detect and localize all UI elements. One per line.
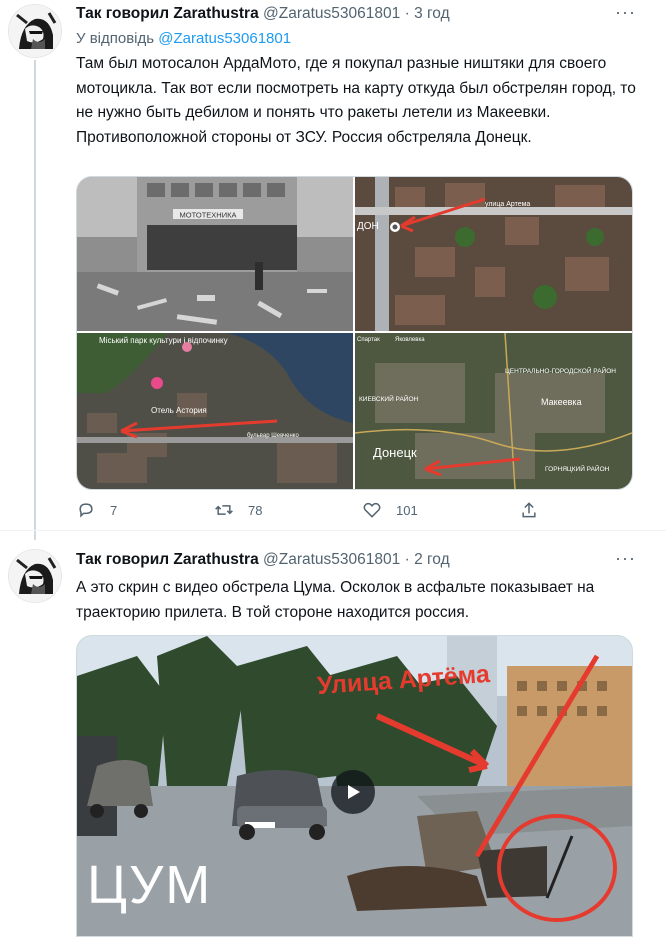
tweet-text: Там был мотосалон АрдаМото, где я покупа…	[76, 55, 636, 146]
storefront-sign: МОТОТЕХНИКА	[180, 211, 237, 220]
map-street-label: улица Артема	[485, 201, 530, 208]
map-district-label-3: ГОРНЯЦКИЙ РАЙОН	[545, 464, 610, 473]
play-button[interactable]	[331, 770, 375, 814]
like-button[interactable]: 101	[362, 500, 418, 520]
map-boulevard-label: бульвар Шевченко	[247, 433, 299, 439]
author-name[interactable]: Так говорил Zarathustra	[76, 5, 259, 22]
retweet-button[interactable]: 78	[214, 500, 262, 520]
tweet-header: Так говорил Zarathustra @Zaratus53061801…	[76, 5, 450, 23]
share-icon	[522, 502, 536, 518]
reply-button[interactable]: 7	[76, 500, 117, 520]
map-district-label-2: КИЕВСКИЙ РАЙОН	[359, 394, 419, 403]
author-handle[interactable]: @Zaratus53061801	[263, 551, 400, 568]
author-handle[interactable]: @Zaratus53061801	[263, 5, 400, 22]
reply-count: 7	[110, 502, 118, 518]
tweet[interactable]: Так говорил Zarathustra @Zaratus53061801…	[0, 535, 666, 937]
timestamp[interactable]: 2 год	[414, 551, 450, 568]
map-city-makeevka: Макеевка	[541, 397, 582, 407]
map-city-label: ДОН	[357, 221, 379, 232]
reply-mention-link[interactable]: @Zaratus53061801	[158, 30, 291, 47]
map-hotel-label: Отель Астория	[151, 406, 207, 415]
video-overlay-label: ЦУМ	[87, 855, 213, 915]
map-area-label-2: Яковлевка	[395, 337, 425, 343]
share-button[interactable]	[519, 500, 539, 520]
map-park-label: Міський парк культури і відпочинку	[99, 336, 228, 345]
tweet[interactable]: Так говорил Zarathustra @Zaratus53061801…	[0, 0, 666, 530]
separator-dot: ·	[404, 5, 410, 22]
reply-prefix: У відповідь	[76, 30, 155, 47]
media-video[interactable]: Улица Артёма ЦУМ	[76, 635, 633, 937]
tweet-actions: 7 78 101	[76, 500, 631, 530]
tweet-divider	[0, 530, 666, 531]
like-count: 101	[396, 502, 418, 518]
media-photo-storefront[interactable]: МОТОТЕХНИКА	[77, 177, 353, 331]
media-grid: МОТОТЕХНИКА улица Артема ДОН Міський пар…	[76, 176, 633, 490]
reply-icon	[79, 503, 93, 518]
timestamp[interactable]: 3 год	[414, 5, 450, 22]
map-district-label-1: ЦЕНТРАЛЬНО-ГОРОДСКОЙ РАЙОН	[505, 366, 616, 375]
map-city-donetsk: Донецк	[373, 445, 417, 460]
retweet-count: 78	[248, 502, 263, 518]
more-icon[interactable]: ···	[615, 2, 636, 23]
more-icon[interactable]: ···	[615, 548, 636, 569]
replying-to: У відповідь @Zaratus53061801	[76, 30, 291, 47]
media-map-hotel[interactable]: Міський парк культури і відпочинку Отель…	[77, 333, 353, 489]
avatar[interactable]	[8, 4, 62, 58]
tweet-header: Так говорил Zarathustra @Zaratus53061801…	[76, 551, 450, 569]
avatar[interactable]	[8, 549, 62, 603]
play-icon	[348, 785, 360, 799]
retweet-icon	[215, 505, 233, 515]
media-map-street[interactable]: улица Артема ДОН	[355, 177, 632, 331]
map-area-label-1: Спартак	[357, 337, 380, 343]
separator-dot: ·	[404, 551, 410, 568]
media-map-region[interactable]: Спартак Яковлевка ЦЕНТРАЛЬНО-ГОРОДСКОЙ Р…	[355, 333, 632, 489]
author-name[interactable]: Так говорил Zarathustra	[76, 551, 259, 568]
tweet-text: А это скрин с видео обстрела Цума. Оскол…	[76, 579, 595, 621]
like-icon	[363, 502, 381, 518]
